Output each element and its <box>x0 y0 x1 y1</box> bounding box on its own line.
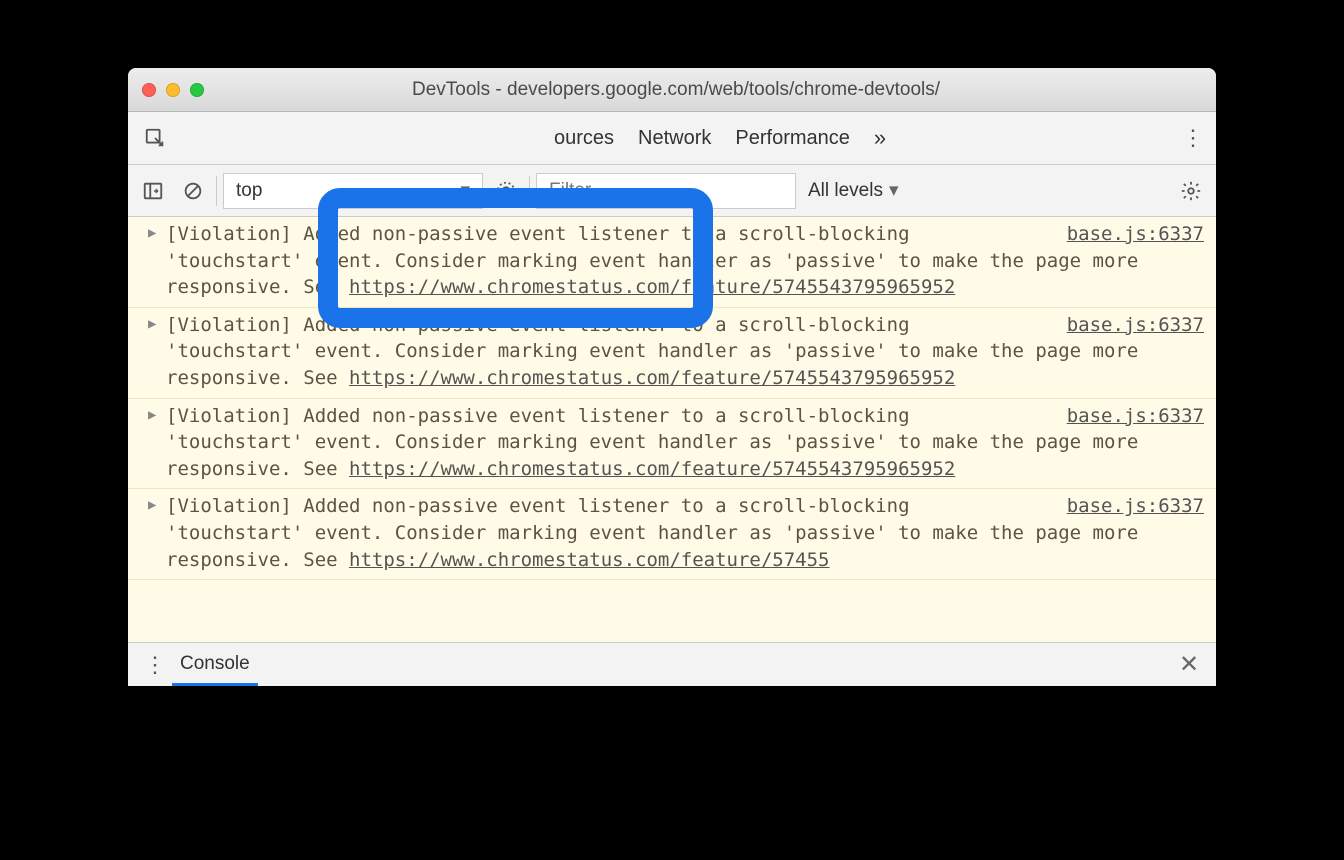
log-levels-dropdown[interactable]: All levels ▾ <box>802 179 905 202</box>
message-prefix: [Violation] <box>166 405 303 427</box>
message-link[interactable]: https://www.chromestatus.com/feature/574… <box>349 549 829 571</box>
live-expression-icon[interactable] <box>489 174 523 208</box>
drawer: ⋮ Console ✕ <box>128 642 1216 686</box>
console-message: ▶ base.js:6337 [Violation] Added non-pas… <box>128 308 1216 399</box>
kebab-menu-icon[interactable]: ⋮ <box>1176 121 1210 155</box>
expand-toggle-icon[interactable]: ▶ <box>148 496 156 516</box>
close-icon[interactable] <box>142 83 156 97</box>
filter-input[interactable] <box>536 173 796 209</box>
console-message: ▶ base.js:6337 [Violation] Added non-pas… <box>128 489 1216 580</box>
console-message: ▶ base.js:6337 [Violation] Added non-pas… <box>128 399 1216 490</box>
panel-tabs: ources Network Performance » ⋮ <box>128 112 1216 165</box>
expand-toggle-icon[interactable]: ▶ <box>148 406 156 426</box>
kebab-menu-icon[interactable]: ⋮ <box>138 648 172 682</box>
maximize-icon[interactable] <box>190 83 204 97</box>
levels-label: All levels <box>808 180 883 202</box>
show-console-sidebar-icon[interactable] <box>136 174 170 208</box>
minimize-icon[interactable] <box>166 83 180 97</box>
context-selector[interactable]: top ▾ <box>223 173 483 209</box>
chevron-down-icon: ▾ <box>889 179 899 202</box>
close-icon[interactable]: ✕ <box>1172 648 1206 682</box>
console-messages: ▶ base.js:6337 [Violation] Added non-pas… <box>128 217 1216 642</box>
clear-console-icon[interactable] <box>176 174 210 208</box>
message-link[interactable]: https://www.chromestatus.com/feature/574… <box>349 276 955 298</box>
chevron-down-icon: ▾ <box>460 179 470 202</box>
message-source-link[interactable]: base.js:6337 <box>1067 493 1204 520</box>
traffic-lights <box>142 83 204 97</box>
tab-performance[interactable]: Performance <box>723 112 862 164</box>
titlebar: DevTools - developers.google.com/web/too… <box>128 68 1216 112</box>
message-source-link[interactable]: base.js:6337 <box>1067 221 1204 248</box>
expand-toggle-icon[interactable]: ▶ <box>148 315 156 335</box>
drawer-tab-console[interactable]: Console <box>172 643 258 686</box>
expand-toggle-icon[interactable]: ▶ <box>148 224 156 244</box>
message-prefix: [Violation] <box>166 314 303 336</box>
tabs-overflow-icon[interactable]: » <box>862 112 898 164</box>
message-prefix: [Violation] <box>166 495 303 517</box>
message-link[interactable]: https://www.chromestatus.com/feature/574… <box>349 367 955 389</box>
window-title: DevTools - developers.google.com/web/too… <box>204 79 1148 101</box>
context-label: top <box>236 180 262 202</box>
console-message: ▶ base.js:6337 [Violation] Added non-pas… <box>128 217 1216 308</box>
tab-sources[interactable]: ources <box>542 112 626 164</box>
tab-network[interactable]: Network <box>626 112 723 164</box>
settings-icon[interactable] <box>1174 174 1208 208</box>
message-source-link[interactable]: base.js:6337 <box>1067 312 1204 339</box>
message-prefix: [Violation] <box>166 223 303 245</box>
message-source-link[interactable]: base.js:6337 <box>1067 403 1204 430</box>
devtools-window: DevTools - developers.google.com/web/too… <box>128 68 1216 686</box>
message-link[interactable]: https://www.chromestatus.com/feature/574… <box>349 458 955 480</box>
console-toolbar: top ▾ All levels ▾ <box>128 165 1216 217</box>
inspect-icon[interactable] <box>138 121 172 155</box>
